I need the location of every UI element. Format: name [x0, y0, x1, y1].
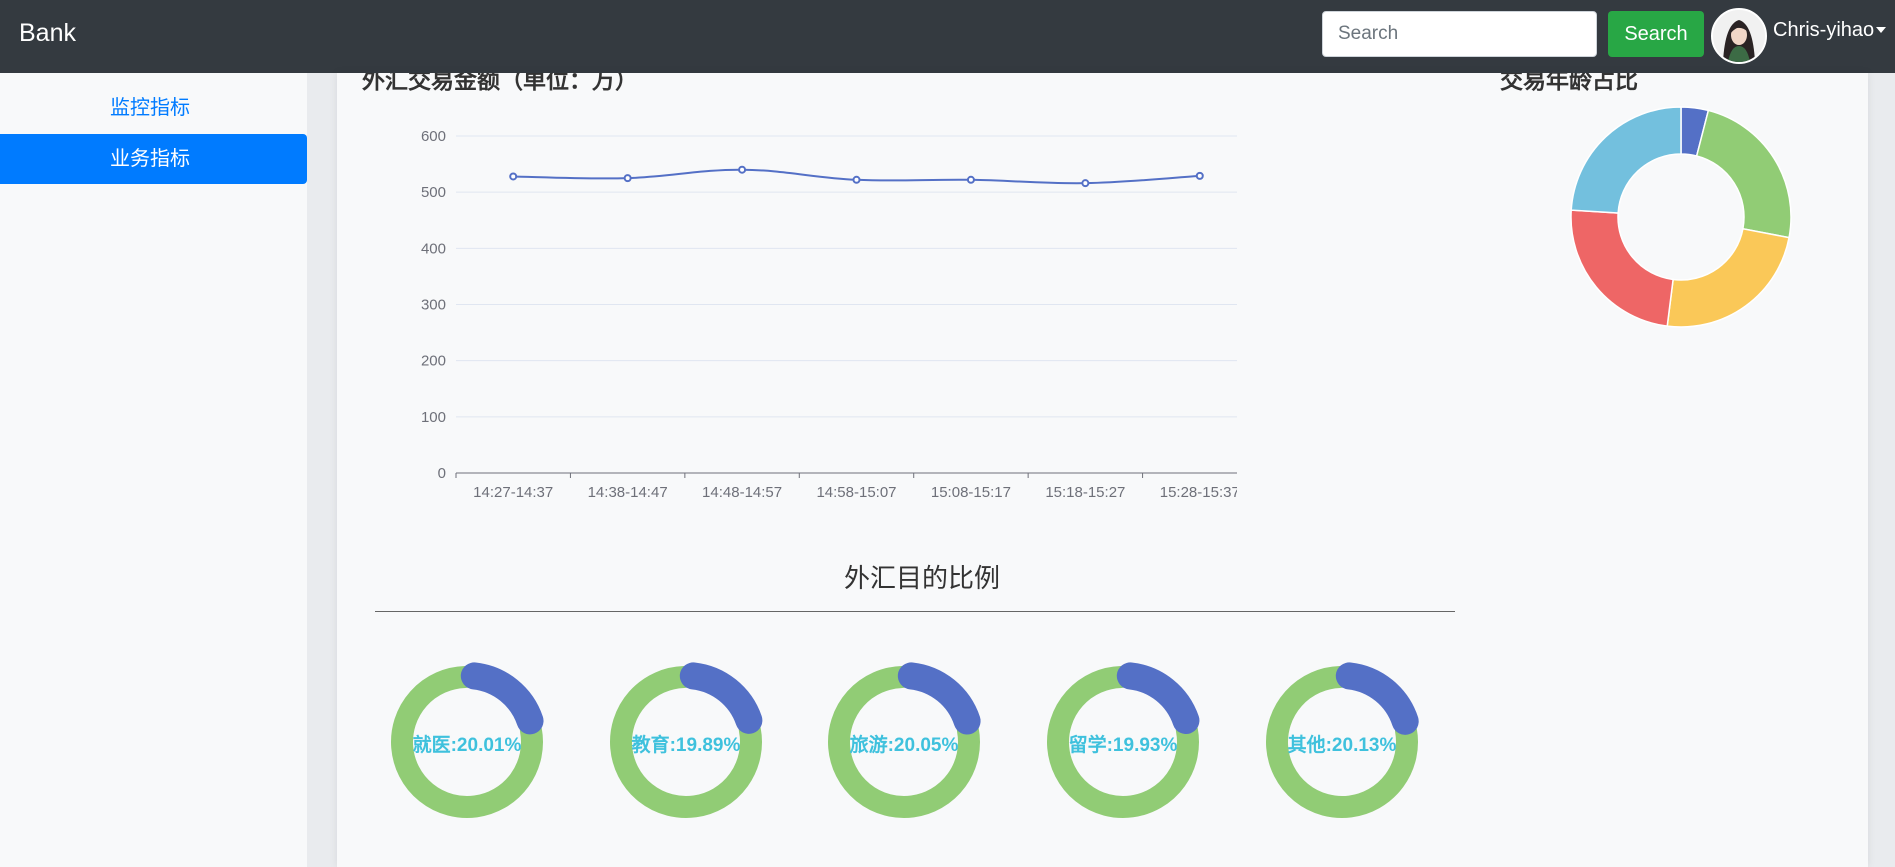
pie-slice: [1695, 109, 1792, 239]
donut-value-arc: [1335, 662, 1419, 735]
y-tick-label: 600: [421, 128, 446, 145]
data-point: [623, 174, 632, 183]
fx-amount-line-chart: 0 100 200 300 400 500 600 14:27-14:37 14:38-14:4…: [421, 128, 1237, 501]
chevron-down-icon: [1876, 27, 1887, 33]
donut-value-arc: [897, 662, 981, 735]
divider: [375, 611, 1455, 612]
sidebar-item-business[interactable]: 业务指标: [0, 134, 307, 184]
y-tick-label: 400: [421, 240, 446, 257]
data-point: [1081, 179, 1090, 188]
search-button[interactable]: Search: [1608, 11, 1704, 57]
y-tick-label: 500: [421, 184, 446, 201]
donut-value-arc: [679, 662, 763, 734]
data-point: [966, 175, 975, 184]
pie-slice: [1680, 106, 1710, 157]
x-tick-label: 14:27-14:37: [473, 484, 553, 501]
purpose-label-travel: 旅游:20.05%: [849, 735, 959, 756]
avatar: [1711, 8, 1767, 64]
purpose-label-study-abroad: 留学:19.93%: [1068, 735, 1178, 756]
user-avatar-icon: [1713, 10, 1765, 62]
donut-value-arc: [1116, 662, 1200, 735]
sidebar: 监控指标 业务指标: [0, 73, 307, 867]
username: Chris-yihao: [1773, 18, 1875, 41]
data-point: [852, 175, 861, 184]
data-point: [1195, 171, 1204, 180]
y-tick-label: 200: [421, 353, 446, 370]
x-tick-label: 14:58-15:07: [816, 484, 896, 501]
purpose-label-education: 教育:19.89%: [631, 735, 741, 756]
donut-value-arc: [460, 662, 544, 735]
y-tick-label: 100: [421, 409, 446, 426]
y-tick-label: 300: [421, 297, 446, 314]
purpose-section-title: 外汇目的比例: [843, 563, 1000, 593]
data-point: [738, 165, 747, 174]
top-navbar: Bank Search Chris-yihao: [0, 0, 1895, 73]
pie-slice: [1570, 106, 1682, 214]
x-tick-label: 15:28-15:37: [1160, 484, 1237, 501]
x-tick-label: 14:48-14:57: [702, 484, 782, 501]
x-tick-label: 14:38-14:47: [588, 484, 668, 501]
pie-slice: [1666, 227, 1790, 328]
age-pie-title: 交易年龄占比: [1500, 73, 1638, 93]
sidebar-item-monitoring[interactable]: 监控指标: [0, 83, 307, 133]
search-input[interactable]: [1322, 11, 1597, 57]
data-point: [509, 172, 518, 181]
purpose-label-other: 其他:20.13%: [1287, 735, 1397, 756]
brand-logo[interactable]: Bank: [19, 19, 76, 48]
x-tick-label: 15:08-15:17: [931, 484, 1011, 501]
pie-slice: [1570, 209, 1674, 327]
y-tick-label: 0: [438, 465, 446, 482]
x-tick-label: 15:18-15:27: [1045, 484, 1125, 501]
user-menu[interactable]: Chris-yihao: [1711, 6, 1887, 66]
purpose-label-medical: 就医:20.01%: [412, 735, 522, 756]
main-content: 外汇交易金额（单位：万） 0 100 200 300 400 500 600 14:27-14…: [337, 73, 1868, 867]
